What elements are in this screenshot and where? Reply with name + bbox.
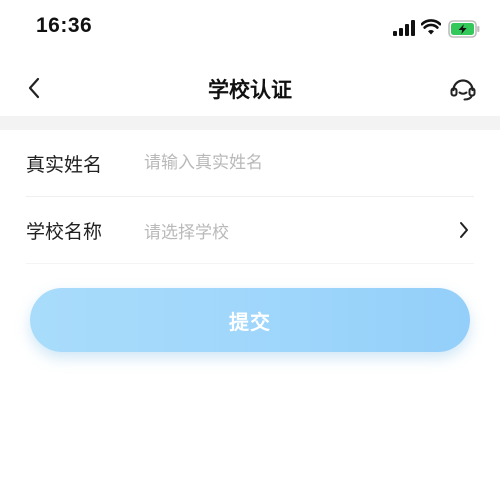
school-select-placeholder[interactable]: 请选择学校 [144,218,456,243]
cellular-signal-icon [393,20,415,36]
real-name-row: 真实姓名 [26,130,474,197]
page-title: 学校认证 [208,78,292,102]
wifi-icon [421,19,441,35]
school-row[interactable]: 学校名称 请选择学校 [26,197,474,264]
submit-button[interactable]: 提交 [30,288,470,352]
status-bar: 16:36 [0,0,500,60]
status-time: 16:36 [36,14,93,37]
customer-service-button[interactable] [446,72,480,106]
submit-label: 提交 [229,311,271,334]
real-name-label: 真实姓名 [26,153,103,176]
section-separator [0,116,500,130]
real-name-input[interactable] [144,153,474,173]
chevron-right-icon [456,220,472,240]
navigation-bar: 学校认证 [0,60,500,116]
school-label: 学校名称 [26,220,103,243]
battery-charging-icon [448,20,480,38]
headset-icon [450,79,476,101]
